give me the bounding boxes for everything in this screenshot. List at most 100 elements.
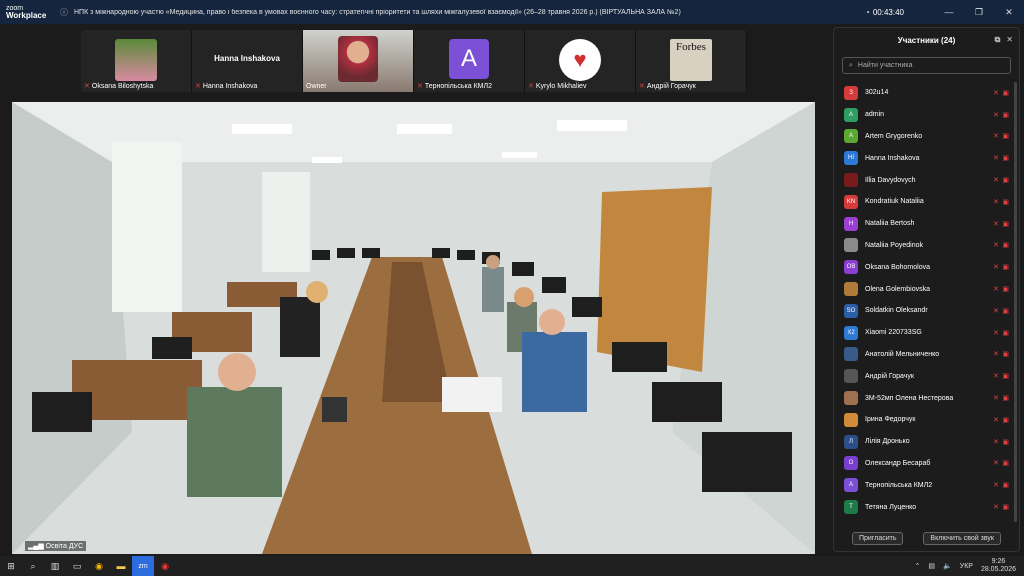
camera-off-icon[interactable]: ▣ <box>1002 89 1009 97</box>
participant-row[interactable]: A Artem Grygorenko ✕ ▣ <box>834 126 1019 148</box>
camera-off-icon[interactable]: ▣ <box>1002 350 1009 358</box>
mic-muted-icon[interactable]: ✕ <box>993 89 999 97</box>
camera-off-icon[interactable]: ▣ <box>1002 329 1009 337</box>
camera-off-icon[interactable]: ▣ <box>1002 416 1009 424</box>
camera-off-icon[interactable]: ▣ <box>1002 263 1009 271</box>
unmute-self-button[interactable]: Включить свой звук <box>923 532 1001 545</box>
mic-muted-icon[interactable]: ✕ <box>993 111 999 119</box>
start-icon[interactable]: ⊞ <box>0 556 22 576</box>
mic-muted-icon[interactable]: ✕ <box>993 503 999 511</box>
restore-button[interactable]: ❐ <box>964 7 994 18</box>
close-button[interactable]: ✕ <box>994 7 1024 18</box>
camera-off-icon[interactable]: ▣ <box>1002 111 1009 119</box>
camera-off-icon[interactable]: ▣ <box>1002 372 1009 380</box>
avatar <box>844 412 858 427</box>
participant-row[interactable]: О Олександр Бесараб ✕ ▣ <box>834 453 1019 475</box>
mic-muted-icon[interactable]: ✕ <box>993 263 999 271</box>
panel-title: Участники (24) <box>897 35 956 45</box>
camera-off-icon[interactable]: ▣ <box>1002 285 1009 293</box>
participant-row[interactable]: Л Лілія Дронько ✕ ▣ <box>834 431 1019 453</box>
participant-row[interactable]: Illia Davydovych ✕ ▣ <box>834 169 1019 191</box>
clock[interactable]: 9:26 28.05.2026 <box>981 558 1016 574</box>
participant-row[interactable]: HI Hanna Inshakova ✕ ▣ <box>834 147 1019 169</box>
participant-name: Nataliia Bertosh <box>865 220 915 228</box>
participant-row[interactable]: SO Soldatkin Oleksandr ✕ ▣ <box>834 300 1019 322</box>
participant-row[interactable]: X2 Xiaomi 220733SG ✕ ▣ <box>834 322 1019 344</box>
avatar: A <box>449 39 489 79</box>
camera-off-icon[interactable]: ▣ <box>1002 132 1009 140</box>
participant-row[interactable]: З 302u14 ✕ ▣ <box>834 82 1019 104</box>
popout-icon[interactable]: ⧉ <box>995 35 1001 45</box>
network-icon[interactable]: ▤ <box>928 562 935 570</box>
mic-muted-icon[interactable]: ✕ <box>993 154 999 162</box>
camera-off-icon[interactable]: ▣ <box>1002 176 1009 184</box>
camera-off-icon[interactable]: ▣ <box>1002 481 1009 489</box>
participant-row[interactable]: H Nataliia Bertosh ✕ ▣ <box>834 213 1019 235</box>
camera-off-icon[interactable]: ▣ <box>1002 503 1009 511</box>
mic-muted-icon[interactable]: ✕ <box>993 459 999 467</box>
mic-muted-icon[interactable]: ✕ <box>993 350 999 358</box>
search-icon[interactable]: ⌕ <box>22 556 44 576</box>
camera-off-icon[interactable]: ▣ <box>1002 438 1009 446</box>
participant-row[interactable]: A Тернопільська КМЛ2 ✕ ▣ <box>834 474 1019 496</box>
avatar: SO <box>844 303 858 318</box>
camera-off-icon[interactable]: ▣ <box>1002 198 1009 206</box>
video-tile[interactable]: Owner <box>303 30 414 92</box>
video-tile[interactable]: Forbes ✕ Андрій Горачук <box>636 30 747 92</box>
participant-row[interactable]: Ірина Федорчук ✕ ▣ <box>834 409 1019 431</box>
mic-muted-icon[interactable]: ✕ <box>993 481 999 489</box>
mic-muted-icon[interactable]: ✕ <box>993 132 999 140</box>
mic-muted-icon[interactable]: ✕ <box>993 416 999 424</box>
invite-button[interactable]: Пригласить <box>852 532 904 545</box>
mic-muted-icon[interactable]: ✕ <box>993 285 999 293</box>
participant-row[interactable]: Андрій Горачук ✕ ▣ <box>834 365 1019 387</box>
camera-off-icon[interactable]: ▣ <box>1002 220 1009 228</box>
avatar: H <box>844 216 858 231</box>
participant-row[interactable]: KN Kondratiuk Nataliia ✕ ▣ <box>834 191 1019 213</box>
camera-off-icon[interactable]: ▣ <box>1002 394 1009 402</box>
participant-name: Тетяна Луценко <box>865 503 917 511</box>
participant-row[interactable]: Aadmin ✕ ▣ <box>834 104 1019 126</box>
zoom-app-icon[interactable]: zm <box>132 556 154 576</box>
camera-off-icon[interactable]: ▣ <box>1002 154 1009 162</box>
mic-muted-icon[interactable]: ✕ <box>993 372 999 380</box>
chrome-icon[interactable]: ◉ <box>88 556 110 576</box>
task-view-icon[interactable]: ▥ <box>44 556 66 576</box>
volume-icon[interactable]: 🔈 <box>943 562 952 570</box>
minimize-button[interactable]: — <box>934 7 964 17</box>
mic-muted-icon[interactable]: ✕ <box>993 198 999 206</box>
info-icon[interactable]: ⓘ <box>60 7 68 18</box>
camera-off-icon[interactable]: ▣ <box>1002 459 1009 467</box>
mic-muted-icon[interactable]: ✕ <box>993 329 999 337</box>
close-panel-icon[interactable]: ✕ <box>1006 35 1013 45</box>
mic-muted-icon[interactable]: ✕ <box>993 176 999 184</box>
participant-row[interactable]: 3М-52мп Олена Нестерова ✕ ▣ <box>834 387 1019 409</box>
scrollbar[interactable] <box>1014 82 1017 522</box>
participant-row[interactable]: Т Тетяна Луценко ✕ ▣ <box>834 496 1019 516</box>
participant-name: Анатолій Мельниченко <box>865 350 940 358</box>
camera-off-icon[interactable]: ▣ <box>1002 307 1009 315</box>
language-indicator[interactable]: УКР <box>960 563 973 570</box>
participant-row[interactable]: OB Oksana Bohomolova ✕ ▣ <box>834 256 1019 278</box>
participant-row[interactable]: Анатолій Мельниченко ✕ ▣ <box>834 344 1019 366</box>
mic-muted-icon[interactable]: ✕ <box>993 394 999 402</box>
mic-muted-icon[interactable]: ✕ <box>993 241 999 249</box>
main-video[interactable]: ▂▄▆ Освіта ДУС <box>12 102 815 554</box>
mic-muted-icon[interactable]: ✕ <box>993 220 999 228</box>
video-tile[interactable]: ✕ Oksana Biloshytska <box>81 30 192 92</box>
widgets-icon[interactable]: ▭ <box>66 556 88 576</box>
video-tile[interactable]: Hanna Inshakova ✕ Hanna Inshakova <box>192 30 303 92</box>
mic-muted-icon[interactable]: ✕ <box>993 438 999 446</box>
video-tile[interactable]: ♥ ✕ Kyrylo Mikhaliev <box>525 30 636 92</box>
file-explorer-icon[interactable]: ▬ <box>110 556 132 576</box>
tile-name: Owner <box>306 83 327 90</box>
search-input[interactable]: ⌕ Найти участника <box>842 57 1011 74</box>
participant-row[interactable]: Nataliia Poyedinok ✕ ▣ <box>834 235 1019 257</box>
panel-footer: Пригласить Включить свой звук <box>834 532 1019 545</box>
camera-off-icon[interactable]: ▣ <box>1002 241 1009 249</box>
participant-row[interactable]: Olena Golembiovska ✕ ▣ <box>834 278 1019 300</box>
chevron-up-icon[interactable]: ⌃ <box>915 562 921 570</box>
video-tile[interactable]: A ✕ Тернопільська КМЛ2 <box>414 30 525 92</box>
mic-muted-icon[interactable]: ✕ <box>993 307 999 315</box>
app-icon[interactable]: ◉ <box>154 556 176 576</box>
